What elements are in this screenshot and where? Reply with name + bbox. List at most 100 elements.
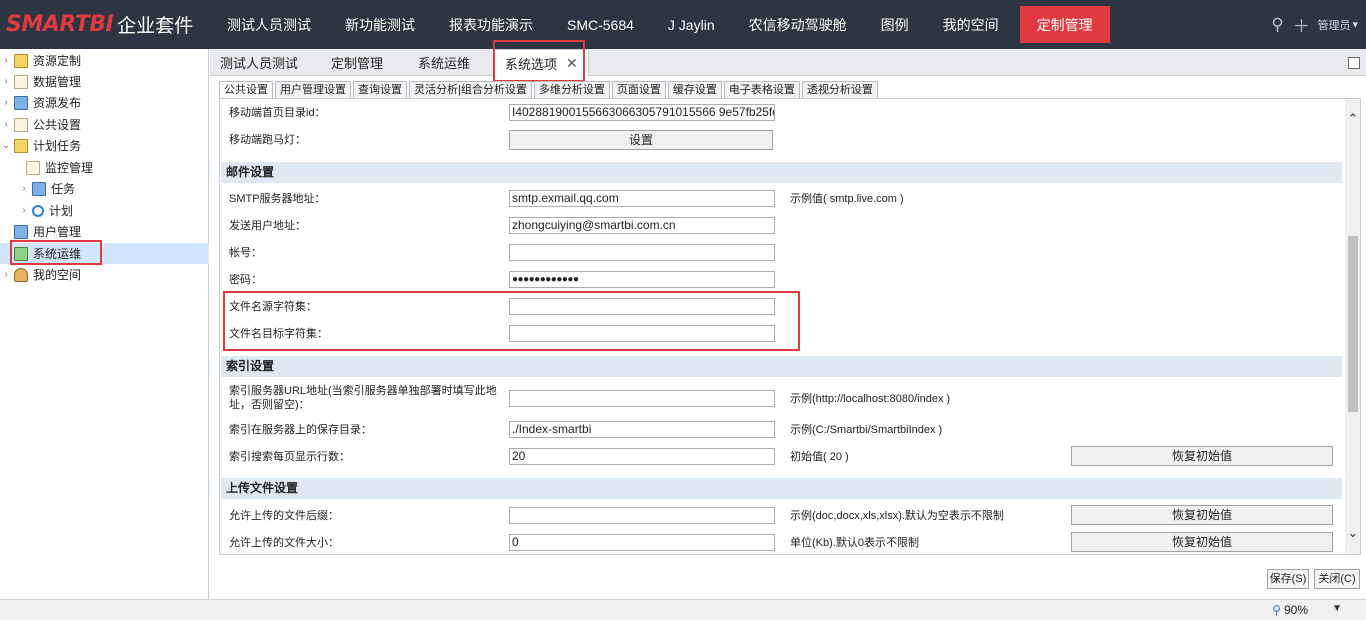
save-button[interactable]: 保存(S) [1267, 569, 1309, 589]
subtab-spreadsheet-settings[interactable]: 电子表格设置 [723, 81, 800, 98]
scroll-down-icon[interactable]: ⌄ [1345, 525, 1360, 541]
index-dir-input[interactable]: ./Index-smartbi [509, 421, 775, 438]
user-manage-icon [14, 224, 28, 239]
tab-system-ops[interactable]: 系统运维 [408, 49, 480, 76]
tree-item-public-settings[interactable]: › 公共设置 [0, 114, 209, 135]
tree-item-data-manage[interactable]: › 数据管理 [0, 71, 209, 92]
chevron-right-icon[interactable]: › [0, 55, 12, 66]
index-dir-hint: 示例(C:/Smartbi/SmartbiIndex ) [790, 424, 943, 436]
tree-item-resource-publish[interactable]: › 资源发布 [0, 92, 209, 113]
tree-item-scheduled-tasks[interactable]: ⌄ 计划任务 [0, 135, 209, 156]
subtab-olap-settings[interactable]: 多维分析设置 [533, 81, 610, 98]
subtab-page-settings[interactable]: 页面设置 [611, 81, 666, 98]
topnav-item-new-feature[interactable]: 新功能测试 [328, 0, 432, 49]
chevron-right-icon[interactable]: › [0, 269, 12, 280]
tree-item-label: 资源发布 [33, 96, 82, 110]
subtab-query-settings[interactable]: 查询设置 [353, 81, 407, 98]
index-url-hint: 示例(http://localhost:8080/index ) [790, 393, 951, 405]
zoom-level: 90% [1283, 603, 1308, 617]
tree-item-label: 我的空间 [33, 268, 82, 282]
tab-tester[interactable]: 测试人员测试 [210, 49, 308, 76]
smtp-input[interactable]: smtp.exmail.qq.com [509, 190, 775, 207]
data-doc-icon [14, 74, 28, 89]
settings-form-panel: 移动端首页目录id： I4028819001556630663057910155… [219, 98, 1361, 555]
topnav-item-my-space[interactable]: 我的空间 [926, 0, 1016, 49]
subtab-flex-analysis-settings[interactable]: 灵活分析|组合分析设置 [409, 81, 532, 98]
tree-item-user-manage[interactable]: 用户管理 [0, 221, 209, 242]
mail-settings-header: 邮件设置 [221, 162, 1342, 183]
topnav-item-tester[interactable]: 测试人员测试 [210, 0, 328, 49]
sender-input[interactable]: zhongcuiying@smartbi.com.cn [509, 217, 775, 234]
zoom-indicator[interactable]: ⚲ 90% [1272, 603, 1308, 617]
index-url-input[interactable] [509, 390, 775, 407]
tree-item-label: 用户管理 [33, 225, 82, 239]
user-menu[interactable]: 管理员 [1317, 17, 1350, 33]
chevron-right-icon[interactable]: › [18, 183, 30, 194]
index-rows-reset-button[interactable]: 恢复初始值 [1071, 446, 1333, 466]
mobile-marquee-settings-button[interactable]: 设置 [509, 130, 773, 150]
scrollbar-thumb[interactable] [1348, 236, 1358, 412]
subtab-pivot-settings[interactable]: 透视分析设置 [801, 81, 878, 98]
tree-item-my-space[interactable]: › 我的空间 [0, 264, 209, 285]
topnav-item-custom-manage[interactable]: 定制管理 [1019, 6, 1110, 43]
upload-ext-reset-button[interactable]: 恢复初始值 [1071, 505, 1333, 525]
mobile-home-label: 移动端首页目录id： [229, 107, 326, 119]
person-icon [14, 267, 28, 282]
topnav-item-report-demo[interactable]: 报表功能演示 [432, 0, 550, 49]
upload-ext-input[interactable] [509, 507, 775, 524]
upload-size-input[interactable]: 0 [509, 534, 775, 551]
password-input[interactable]: ●●●●●●●●●●●● [509, 271, 775, 288]
logo: SMARTBI 企业套件 [6, 9, 193, 39]
monitor-icon [26, 160, 40, 175]
tab-system-options[interactable]: 系统选项 ✕ [494, 49, 589, 77]
index-rows-input[interactable]: 20 [509, 448, 775, 465]
folder-icon [14, 53, 28, 68]
upload-size-reset-button[interactable]: 恢复初始值 [1071, 532, 1333, 552]
publish-icon [14, 95, 28, 110]
subtab-cache-settings[interactable]: 缓存设置 [667, 81, 722, 98]
chevron-down-icon[interactable]: ▼ [1332, 603, 1342, 614]
upload-settings-header: 上传文件设置 [221, 478, 1342, 499]
close-button[interactable]: 关闭(C) [1314, 569, 1360, 589]
chevron-right-icon[interactable]: › [18, 205, 30, 216]
tree-item-resource-custom[interactable]: › 资源定制 [0, 50, 209, 71]
subtab-public-settings[interactable]: 公共设置 [219, 81, 273, 98]
clock-icon [32, 204, 44, 217]
upload-ext-label: 允许上传的文件后缀： [229, 510, 339, 522]
tree-item-system-ops[interactable]: 系统运维 [0, 243, 209, 264]
tree-item-label: 任务 [51, 182, 76, 196]
task-icon [32, 181, 46, 196]
mobile-marquee-label: 移动端跑马灯： [229, 134, 306, 146]
tree-item-monitor[interactable]: 监控管理 [0, 157, 209, 178]
logo-brand: SMARTBI [6, 11, 114, 37]
maximize-icon[interactable] [1348, 57, 1360, 69]
highlight-box-charset-fields [223, 291, 800, 351]
topnav-item-legend[interactable]: 图例 [864, 0, 926, 49]
plus-icon[interactable]: ＋ [1291, 12, 1311, 37]
tree-item-task[interactable]: › 任务 [0, 178, 209, 199]
top-nav: 测试人员测试 新功能测试 报表功能演示 SMC-5684 J Jaylin 农信… [210, 0, 1110, 49]
chevron-right-icon[interactable]: › [0, 76, 12, 87]
tree-item-plan[interactable]: › 计划 [0, 200, 209, 221]
scroll-up-icon[interactable]: ⌃ [1345, 111, 1360, 127]
topnav-item-cockpit[interactable]: 农信移动驾驶舱 [732, 0, 864, 49]
top-bar: SMARTBI 企业套件 测试人员测试 新功能测试 报表功能演示 SMC-568… [0, 0, 1366, 49]
account-input[interactable] [509, 244, 775, 261]
chevron-right-icon[interactable]: › [0, 97, 12, 108]
account-label: 帐号： [229, 247, 262, 259]
password-label: 密码： [229, 274, 262, 286]
close-icon[interactable]: ✕ [566, 55, 578, 72]
chevron-down-icon[interactable]: ▾ [1352, 18, 1358, 31]
tab-custom-manage[interactable]: 定制管理 [321, 49, 393, 76]
vertical-scrollbar[interactable]: ⌃ ⌄ [1345, 99, 1360, 554]
chevron-down-icon[interactable]: ⌄ [0, 140, 12, 151]
chevron-right-icon[interactable]: › [0, 119, 12, 130]
topnav-item-jaylin[interactable]: J Jaylin [651, 0, 732, 49]
subtab-user-manage-settings[interactable]: 用户管理设置 [275, 81, 351, 98]
index-rows-label: 索引搜索每页显示行数： [229, 451, 350, 463]
topnav-item-smc[interactable]: SMC-5684 [550, 0, 651, 49]
search-icon[interactable]: ⚲ [1267, 15, 1287, 35]
system-ops-icon [14, 246, 28, 261]
mobile-home-input[interactable]: I402881900155663066305791015566 9e57fb25… [509, 104, 775, 121]
smtp-hint: 示例值( smtp.live.com ) [790, 193, 904, 205]
